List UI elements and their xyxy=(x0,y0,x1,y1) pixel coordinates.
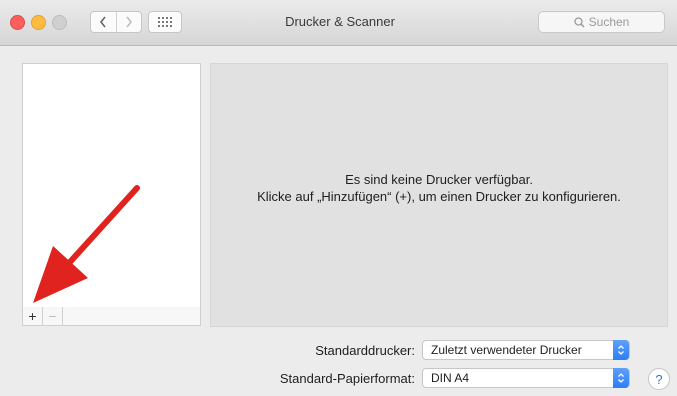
printers-scanners-window: Drucker & Scanner Suchen + − Es sind kei… xyxy=(0,0,677,396)
annotation-arrow-icon xyxy=(33,185,140,303)
